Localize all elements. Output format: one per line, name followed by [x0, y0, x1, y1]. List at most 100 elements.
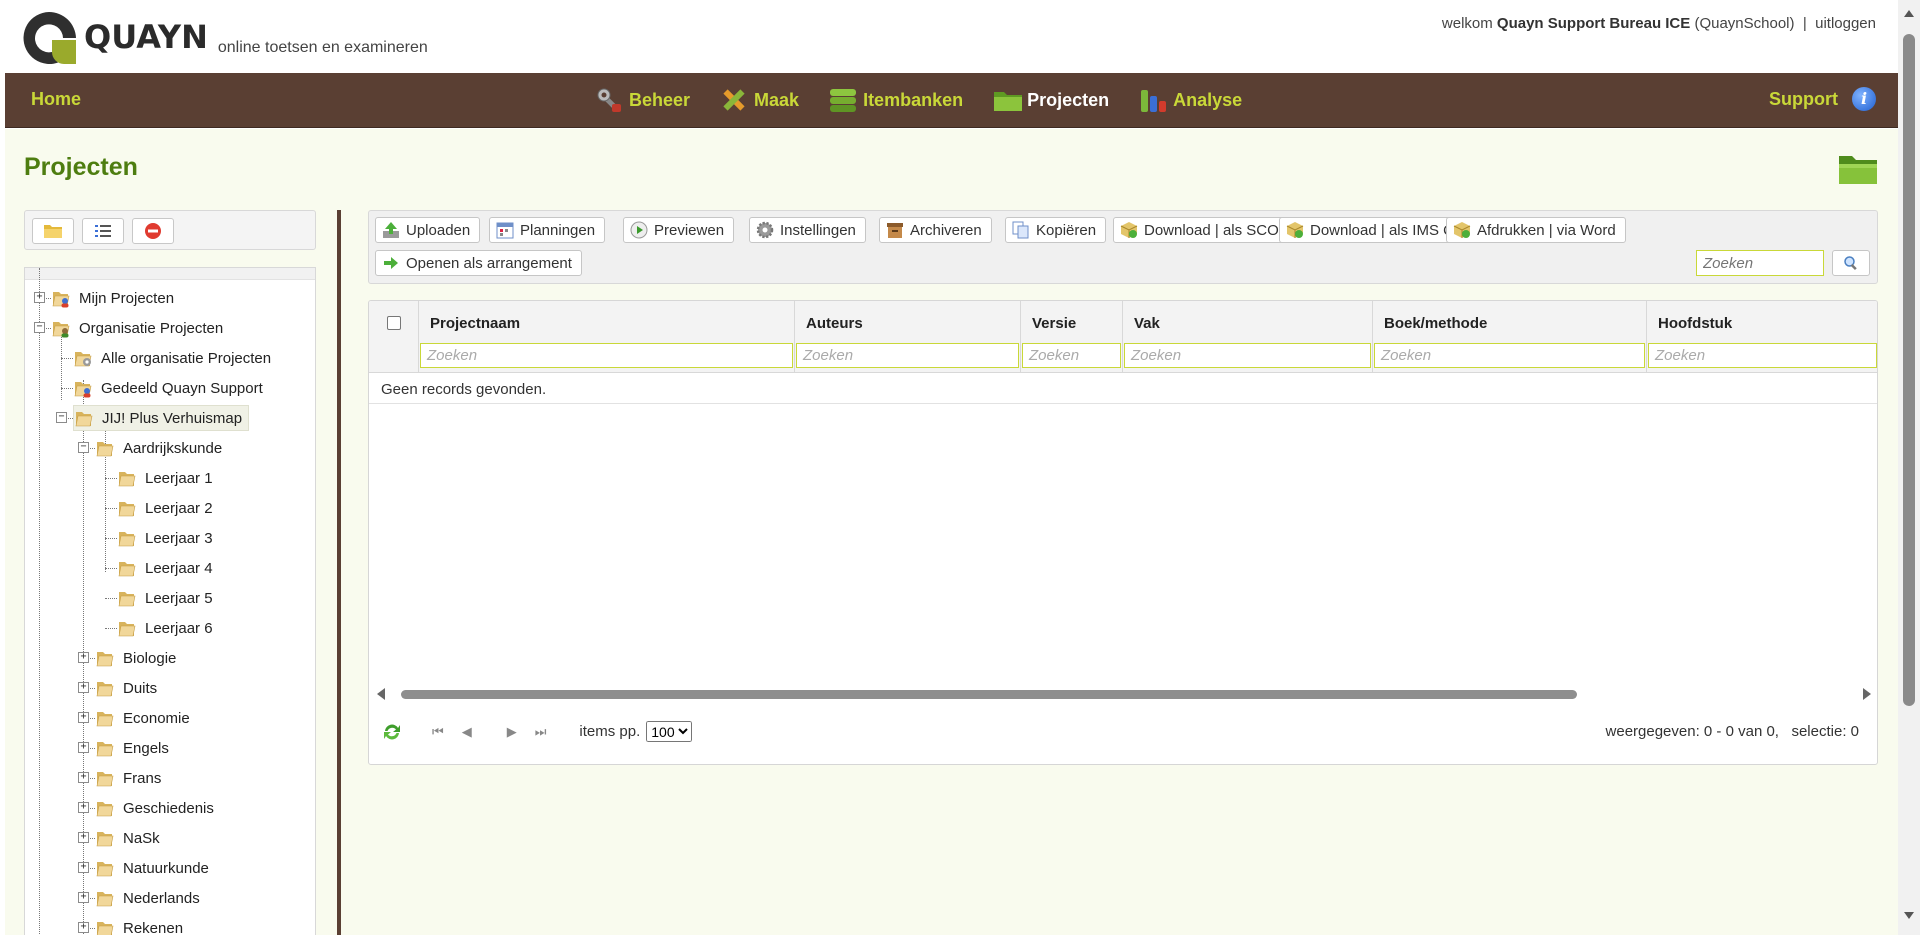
column-header[interactable]: Boek/methode — [1384, 315, 1487, 332]
column-filter-input[interactable]: Zoeken — [796, 343, 1019, 368]
folder-icon — [117, 529, 136, 547]
tree-node[interactable]: Leerjaar 5 — [117, 585, 213, 611]
column-versie[interactable]: Versie Zoeken — [1021, 301, 1123, 373]
items-per-page-select[interactable]: 100 — [646, 721, 693, 742]
column-boek-methode[interactable]: Boek/methode Zoeken — [1373, 301, 1647, 373]
panel-splitter[interactable] — [337, 210, 341, 935]
column-hoofdstuk[interactable]: Hoofdstuk Zoeken — [1647, 301, 1877, 373]
toolbar-button-uploaden[interactable]: Uploaden — [375, 217, 481, 243]
toolbar-button-instellingen[interactable]: Instellingen — [749, 217, 866, 243]
nav-item-itembanken[interactable]: Itembanken — [829, 83, 963, 117]
search-button[interactable] — [1832, 250, 1870, 276]
list-view-button[interactable] — [82, 218, 124, 244]
nav-item-projecten[interactable]: Projecten — [993, 83, 1109, 117]
expand-icon[interactable]: + — [78, 712, 89, 723]
toolbar-button-archiveren[interactable]: Archiveren — [879, 217, 992, 243]
column-filter-input[interactable]: Zoeken — [1648, 343, 1877, 368]
scroll-up-icon[interactable] — [1904, 10, 1914, 17]
expand-icon[interactable]: + — [78, 922, 89, 933]
expand-icon[interactable]: + — [78, 832, 89, 843]
column-vak[interactable]: Vak Zoeken — [1123, 301, 1373, 373]
expand-icon[interactable]: + — [78, 652, 89, 663]
toolbar-button-planningen[interactable]: Planningen — [489, 217, 606, 243]
collapse-icon[interactable]: − — [56, 412, 67, 423]
delete-button[interactable] — [132, 218, 174, 244]
expand-icon[interactable]: + — [78, 772, 89, 783]
new-folder-button[interactable] — [32, 218, 74, 244]
tree-node[interactable]: Leerjaar 3 — [117, 525, 213, 551]
toolbar-button-previewen[interactable]: Previewen — [623, 217, 735, 243]
column-filter-input[interactable]: Zoeken — [1124, 343, 1371, 368]
column-header[interactable]: Projectnaam — [430, 315, 520, 332]
column-auteurs[interactable]: Auteurs Zoeken — [795, 301, 1021, 373]
nav-item-maak[interactable]: Maak — [720, 83, 799, 117]
tree-node[interactable]: Biologie — [95, 645, 176, 671]
first-page-icon[interactable]: ⏮ — [432, 724, 444, 740]
nav-support[interactable]: Support i — [1769, 87, 1876, 111]
expand-icon[interactable]: + — [78, 892, 89, 903]
column-filter-input[interactable]: Zoeken — [1022, 343, 1121, 368]
database-stack-icon — [829, 86, 857, 114]
tree-node[interactable]: Mijn Projecten — [51, 285, 174, 311]
tree-node[interactable]: NaSk — [95, 825, 160, 851]
expand-icon[interactable]: + — [78, 682, 89, 693]
tree-node[interactable]: Aardrijkskunde — [95, 435, 222, 461]
toolbar-button-kopi-ren[interactable]: Kopiëren — [1005, 217, 1107, 243]
column-projectnaam[interactable]: Projectnaam Zoeken — [419, 301, 795, 373]
expand-icon[interactable]: + — [78, 742, 89, 753]
search-input[interactable] — [1696, 250, 1824, 276]
scroll-right-icon[interactable] — [1863, 688, 1871, 700]
column-header[interactable]: Hoofdstuk — [1658, 315, 1732, 332]
tree-node[interactable]: Leerjaar 4 — [117, 555, 213, 581]
horizontal-scrollbar[interactable] — [377, 687, 1871, 701]
tree-node[interactable]: Leerjaar 1 — [117, 465, 213, 491]
collapse-icon[interactable]: − — [34, 322, 45, 333]
logo[interactable]: QUAYN online toetsen en examineren — [20, 10, 428, 66]
info-icon[interactable]: i — [1852, 87, 1876, 111]
page-scrollbar[interactable] — [1898, 0, 1920, 935]
last-page-icon[interactable]: ⏭ — [535, 724, 547, 740]
toolbar-button-openen-als-arrangement[interactable]: Openen als arrangement — [375, 250, 582, 276]
next-page-icon[interactable]: ▶ — [507, 724, 517, 740]
tree-node[interactable]: Engels — [95, 735, 169, 761]
toolbar-button-afdrukken-via-word[interactable]: Afdrukken | via Word — [1446, 217, 1626, 243]
tree-node[interactable]: Duits — [95, 675, 157, 701]
tree-node[interactable]: Organisatie Projecten — [51, 315, 223, 341]
tree-node[interactable]: Leerjaar 6 — [117, 615, 213, 641]
tree-node[interactable]: Economie — [95, 705, 190, 731]
expand-icon[interactable]: + — [34, 292, 45, 303]
tree-node[interactable]: Nederlands — [95, 885, 200, 911]
column-header[interactable]: Versie — [1032, 315, 1076, 332]
tree-node[interactable]: JIJ! Plus Verhuismap — [73, 405, 250, 431]
scrollbar-thumb[interactable] — [1903, 34, 1915, 706]
nav-item-beheer[interactable]: Beheer — [595, 83, 690, 117]
tree-node[interactable]: Rekenen — [95, 915, 183, 935]
tree-node[interactable]: Frans — [95, 765, 161, 791]
scroll-left-icon[interactable] — [377, 688, 385, 700]
scroll-down-icon[interactable] — [1904, 912, 1914, 919]
column-header[interactable]: Auteurs — [806, 315, 863, 332]
folder-icon — [51, 289, 70, 308]
previous-page-icon[interactable]: ◀ — [462, 724, 472, 740]
toolbar-button-label: Previewen — [654, 221, 725, 239]
tree-node[interactable]: Natuurkunde — [95, 855, 209, 881]
column-filter-input[interactable]: Zoeken — [420, 343, 793, 368]
tree-node[interactable]: Gedeeld Quayn Support — [73, 375, 263, 401]
column-header[interactable]: Vak — [1134, 315, 1160, 332]
select-all-checkbox[interactable] — [387, 316, 401, 330]
tree-connector-line — [61, 388, 73, 389]
scrollbar-thumb[interactable] — [401, 690, 1577, 699]
nav-item-analyse[interactable]: Analyse — [1139, 83, 1242, 117]
refresh-icon[interactable] — [381, 722, 403, 742]
tree-node[interactable]: Geschiedenis — [95, 795, 214, 821]
expand-icon[interactable]: + — [78, 862, 89, 873]
tree-node[interactable]: Leerjaar 2 — [117, 495, 213, 521]
tree-toolbar — [24, 210, 316, 250]
logout-link[interactable]: uitloggen — [1815, 15, 1876, 32]
collapse-icon[interactable]: − — [78, 442, 89, 453]
column-filter-input[interactable]: Zoeken — [1374, 343, 1645, 368]
expand-icon[interactable]: + — [78, 802, 89, 813]
nav-home[interactable]: Home — [31, 89, 81, 110]
tree-node[interactable]: Alle organisatie Projecten — [73, 345, 271, 371]
toolbar-button-label: Planningen — [520, 221, 596, 239]
